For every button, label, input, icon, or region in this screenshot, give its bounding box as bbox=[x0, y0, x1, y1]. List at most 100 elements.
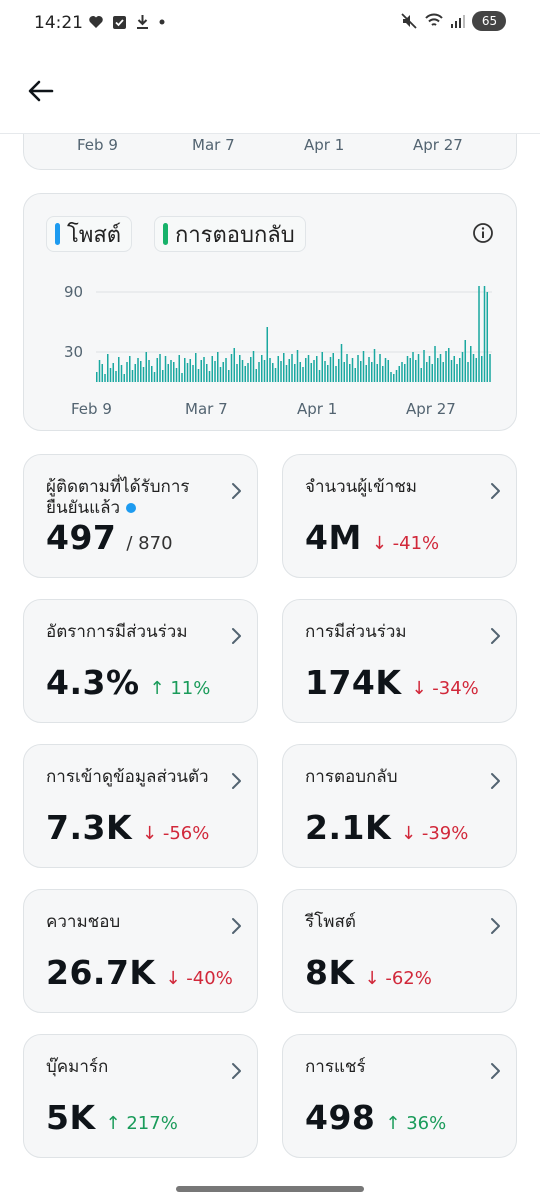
chart-bar bbox=[219, 367, 222, 382]
metric-card[interactable]: อัตราการมีส่วนร่วม 4.3% ↑ 11% bbox=[23, 599, 258, 723]
chart-bar bbox=[398, 366, 401, 382]
chart-bar bbox=[104, 374, 106, 382]
metric-title-text: อัตราการมีส่วนร่วม bbox=[46, 622, 188, 642]
chart-bar bbox=[354, 368, 357, 382]
chart-bar bbox=[470, 346, 472, 382]
mute-icon bbox=[401, 13, 417, 29]
metric-card[interactable]: รีโพสต์ 8K ↓ -62% bbox=[282, 889, 517, 1013]
metric-title: บุ๊คมาร์ก bbox=[46, 1057, 216, 1078]
chart-bar bbox=[420, 368, 423, 382]
chart-bar bbox=[489, 354, 491, 382]
x-axis-label: Apr 1 bbox=[304, 136, 345, 154]
chart-bar bbox=[384, 358, 387, 382]
metric-card[interactable]: จำนวนผู้เข้าชม 4M ↓ -41% bbox=[282, 454, 517, 578]
chart-bar bbox=[324, 361, 326, 382]
chart-bar bbox=[332, 353, 335, 382]
back-arrow-icon[interactable] bbox=[24, 74, 58, 108]
metric-value: 4.3% bbox=[46, 663, 140, 702]
chevron-right-icon bbox=[232, 773, 241, 789]
chart-bar bbox=[351, 358, 354, 382]
chart-bar bbox=[302, 367, 304, 382]
chart-bar bbox=[151, 366, 153, 382]
chevron-right-icon bbox=[232, 918, 241, 934]
chart-bar bbox=[159, 354, 161, 382]
chart-bar bbox=[296, 350, 299, 382]
metric-value-row: 7.3K ↓ -56% bbox=[46, 808, 209, 847]
chart-bar bbox=[153, 372, 156, 382]
chart-bar bbox=[459, 358, 461, 382]
metric-value-row: 2.1K ↓ -39% bbox=[305, 808, 468, 847]
metric-title-text: ความชอบ bbox=[46, 912, 121, 932]
chart-bar bbox=[134, 364, 137, 382]
chart-bar bbox=[170, 360, 172, 382]
chart-bar bbox=[120, 365, 123, 382]
chart-bar bbox=[431, 364, 434, 382]
metric-value: 174K bbox=[305, 663, 402, 702]
metric-card[interactable]: ผู้ติดตามที่ได้รับการยืนยันแล้ว 497 / 870 bbox=[23, 454, 258, 578]
metric-card[interactable]: การเข้าดูข้อมูลส่วนตัว 7.3K ↓ -56% bbox=[23, 744, 258, 868]
chevron-right-icon bbox=[491, 1063, 500, 1079]
metric-title: การตอบกลับ bbox=[305, 767, 475, 788]
chart-bar bbox=[417, 354, 420, 382]
chart-bar bbox=[450, 360, 453, 382]
chart-bar bbox=[294, 364, 296, 382]
chart-bar bbox=[478, 286, 480, 382]
x-axis-label: Mar 7 bbox=[192, 136, 235, 154]
chart-bar bbox=[181, 373, 183, 382]
metric-card[interactable]: ความชอบ 26.7K ↓ -40% bbox=[23, 889, 258, 1013]
chart-bar bbox=[406, 356, 409, 382]
metric-card[interactable]: บุ๊คมาร์ก 5K ↑ 217% bbox=[23, 1034, 258, 1158]
chart-bar bbox=[329, 357, 332, 382]
metric-card[interactable]: การมีส่วนร่วม 174K ↓ -34% bbox=[282, 599, 517, 723]
chart-bar bbox=[222, 362, 225, 382]
x-tick-label: Feb 9 bbox=[71, 400, 112, 418]
chart-bar bbox=[305, 358, 307, 382]
chart-bar bbox=[203, 357, 205, 382]
chart-bar bbox=[373, 349, 376, 382]
metric-change: ↓ -41% bbox=[371, 533, 440, 554]
metric-change: ↓ -56% bbox=[142, 823, 210, 844]
home-indicator[interactable] bbox=[176, 1186, 364, 1192]
chart-bar bbox=[269, 358, 271, 382]
chart-bar bbox=[434, 346, 436, 382]
chart-bar bbox=[156, 358, 159, 382]
metric-value: 498 bbox=[305, 1098, 376, 1137]
chevron-right-icon bbox=[491, 918, 500, 934]
metric-card[interactable]: การตอบกลับ 2.1K ↓ -39% bbox=[282, 744, 517, 868]
chart-bar bbox=[428, 356, 431, 382]
metric-value-row: 5K ↑ 217% bbox=[46, 1098, 178, 1137]
metric-change: ↓ -34% bbox=[411, 678, 479, 699]
metric-title: ผู้ติดตามที่ได้รับการยืนยันแล้ว bbox=[46, 477, 216, 519]
chart-bar bbox=[272, 363, 274, 382]
x-tick-label: Apr 27 bbox=[406, 400, 456, 418]
chart-bar bbox=[178, 355, 181, 382]
chart-bar bbox=[481, 356, 483, 382]
chart-bar bbox=[442, 362, 445, 382]
chart-bar bbox=[145, 352, 148, 382]
chart-bar bbox=[197, 369, 200, 382]
signal-icon bbox=[451, 15, 465, 28]
metric-title-text: บุ๊คมาร์ก bbox=[46, 1057, 109, 1077]
chart-bar bbox=[393, 374, 395, 382]
chart-bar bbox=[112, 363, 115, 382]
chart-bar bbox=[382, 366, 384, 382]
chart-bar bbox=[225, 358, 227, 382]
chart-bar bbox=[464, 340, 467, 382]
chart-bar bbox=[313, 360, 315, 382]
chart-bar bbox=[362, 351, 365, 382]
chart-bar bbox=[390, 372, 392, 382]
chart-bar bbox=[404, 364, 406, 382]
chart-bar bbox=[409, 358, 412, 382]
chart-bar bbox=[195, 353, 197, 382]
metric-value: 26.7K bbox=[46, 953, 156, 992]
chart-bar bbox=[472, 354, 475, 382]
chevron-right-icon bbox=[232, 483, 241, 499]
chart-bar bbox=[244, 366, 247, 382]
metric-card[interactable]: การแชร์ 498 ↑ 36% bbox=[282, 1034, 517, 1158]
chart-bar bbox=[360, 361, 362, 382]
chart-bar bbox=[365, 365, 368, 382]
metric-title: การเข้าดูข้อมูลส่วนตัว bbox=[46, 767, 216, 788]
heart-icon bbox=[89, 16, 103, 28]
chart-bar bbox=[448, 348, 450, 382]
chart-bar bbox=[186, 363, 189, 382]
